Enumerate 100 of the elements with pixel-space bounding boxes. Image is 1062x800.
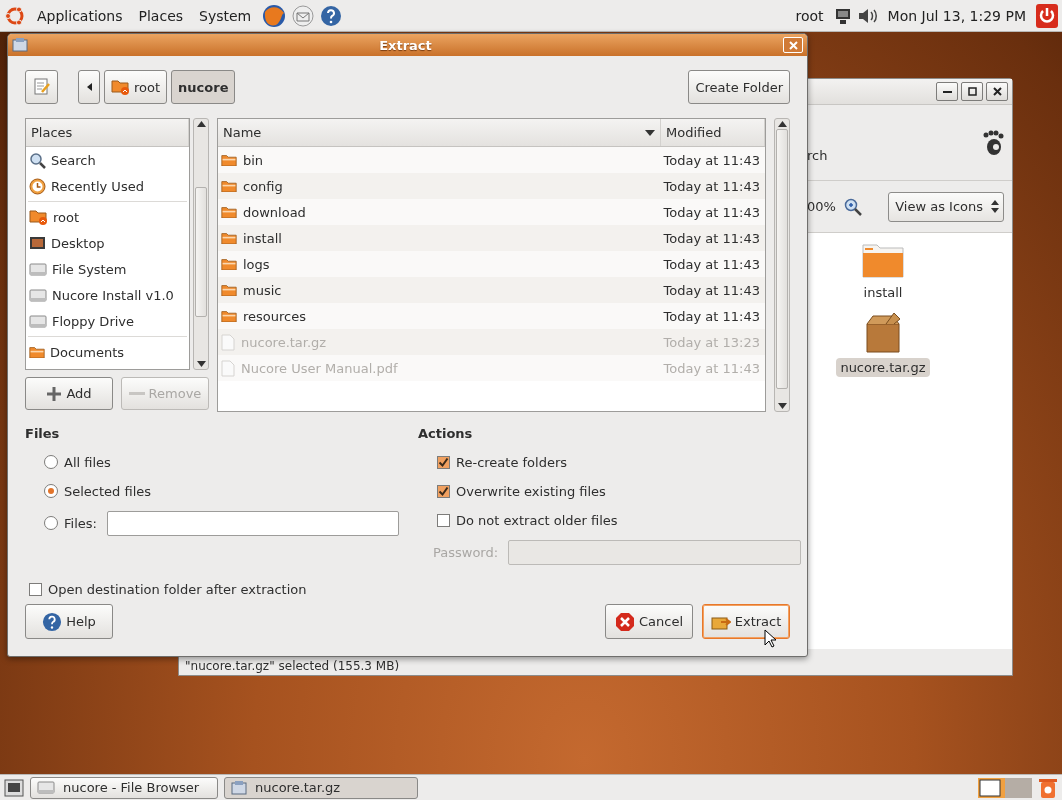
view-select[interactable]: View as Icons (888, 191, 1004, 222)
folder-icon (29, 345, 45, 359)
clock-text[interactable]: Mon Jul 13, 1:29 PM (883, 7, 1030, 24)
power-icon[interactable] (1036, 3, 1058, 28)
icon-label[interactable]: nucore.tar.gz (836, 358, 930, 377)
ubuntu-logo-icon[interactable] (4, 4, 26, 27)
create-folder-button[interactable]: Create Folder (688, 70, 790, 104)
checkbox[interactable] (437, 513, 450, 527)
place-item[interactable]: Nucore Install v1.0 (26, 282, 190, 308)
folder-icon (221, 153, 237, 167)
edit-location-button[interactable] (25, 70, 58, 104)
panel-menu[interactable]: Places (133, 5, 189, 26)
password-label: Password: (418, 539, 802, 565)
radio-option[interactable]: Selected files (25, 481, 418, 501)
checkbox-option[interactable]: Do not extract older files (418, 510, 802, 530)
toolbar-label[interactable]: rch (807, 148, 828, 163)
folder-icon (221, 283, 237, 297)
column-header[interactable]: Name (223, 125, 641, 140)
file-row[interactable]: config Today at 11:43 (218, 173, 765, 199)
place-item[interactable]: root (26, 204, 190, 230)
place-item[interactable]: Desktop (26, 230, 190, 256)
radio-button[interactable] (44, 484, 58, 498)
radio-option[interactable]: Files: (25, 510, 418, 536)
path-back-button[interactable] (78, 70, 100, 104)
radio-button[interactable] (44, 455, 58, 469)
help-icon (42, 611, 63, 632)
place-item[interactable]: Search (26, 147, 190, 173)
place-item[interactable]: Documents (26, 339, 190, 365)
file-icon (221, 359, 235, 377)
minimize-icon (942, 90, 952, 93)
radio-button[interactable] (44, 516, 58, 530)
minimize-button[interactable] (936, 82, 958, 101)
files-input[interactable] (106, 510, 399, 536)
scrollbar[interactable] (774, 118, 790, 412)
file-row[interactable]: music Today at 11:43 (218, 277, 765, 303)
radio-option[interactable]: All files (25, 452, 418, 472)
file-row[interactable]: download Today at 11:43 (218, 199, 765, 225)
volume-icon[interactable] (857, 7, 878, 24)
section-title: Actions (418, 426, 474, 441)
panel-menu[interactable]: Applications (32, 5, 128, 26)
folder-icon (221, 205, 237, 219)
archive-icon (12, 37, 28, 53)
path-button[interactable]: root (104, 70, 168, 104)
maximize-button[interactable] (961, 82, 983, 101)
dialog-title: Extract (378, 37, 433, 53)
show-desktop-icon[interactable] (4, 778, 24, 797)
scroll-up-arrow[interactable] (777, 121, 787, 127)
clock-icon (29, 177, 46, 195)
add-button[interactable]: Add (25, 377, 113, 410)
file-row[interactable]: install Today at 11:43 (218, 225, 765, 251)
place-item[interactable]: Floppy Drive (26, 308, 190, 334)
scroll-down-arrow[interactable] (777, 403, 787, 409)
file-icon (221, 333, 235, 351)
checkbox-option[interactable]: Open destination folder after extraction (25, 579, 790, 599)
maximize-icon (967, 87, 977, 96)
status-text: "nucore.tar.gz" selected (155.3 MB) (185, 659, 400, 673)
cancel-button[interactable]: Cancel (605, 604, 693, 639)
sort-arrow-icon (645, 129, 655, 136)
scrollbar[interactable] (193, 118, 209, 370)
edit-icon (32, 78, 51, 96)
scroll-down-arrow[interactable] (196, 361, 206, 367)
box-icon[interactable] (864, 312, 902, 354)
desktop-icon (29, 236, 46, 250)
place-item[interactable]: File System (26, 256, 190, 282)
checkbox[interactable] (437, 484, 450, 498)
section-title: Files (25, 426, 61, 441)
path-button[interactable]: nucore (171, 70, 236, 104)
panel-menu[interactable]: System (194, 5, 257, 26)
file-row[interactable]: bin Today at 11:43 (218, 147, 765, 173)
drive-icon (29, 288, 47, 302)
minus-icon (128, 391, 145, 396)
close-icon (788, 40, 798, 50)
taskbar-button[interactable]: nucore - File Browser (30, 776, 218, 799)
drive-icon (29, 314, 47, 328)
close-button[interactable] (986, 82, 1008, 101)
taskbar-button[interactable]: nucore.tar.gz (224, 776, 418, 799)
icon-label[interactable]: install (859, 283, 907, 302)
folder-icon (221, 257, 237, 271)
trash-icon[interactable] (1038, 776, 1058, 799)
mouse-pointer-icon (764, 629, 777, 648)
checkbox[interactable] (437, 455, 450, 469)
archive-icon (231, 779, 247, 796)
column-header[interactable]: Modified (666, 125, 759, 140)
workspace-switcher[interactable] (978, 776, 1032, 799)
up-down-arrows-icon (991, 200, 999, 213)
checkbox[interactable] (29, 582, 42, 596)
help-icon[interactable] (320, 4, 343, 27)
zoom-in-icon[interactable] (843, 197, 862, 216)
scroll-up-arrow[interactable] (196, 121, 206, 127)
file-row[interactable]: resources Today at 11:43 (218, 303, 765, 329)
drive-icon (37, 781, 55, 794)
checkbox-option[interactable]: Overwrite existing files (418, 481, 802, 501)
help-button[interactable]: Help (25, 604, 113, 639)
network-icon[interactable] (833, 6, 852, 25)
user-name: root (794, 7, 825, 24)
file-row[interactable]: logs Today at 11:43 (218, 251, 765, 277)
place-item[interactable]: Recently Used (26, 173, 190, 199)
browser-globe-icon[interactable] (262, 3, 287, 28)
cancel-icon (614, 611, 635, 632)
checkbox-option[interactable]: Re-create folders (418, 452, 802, 472)
